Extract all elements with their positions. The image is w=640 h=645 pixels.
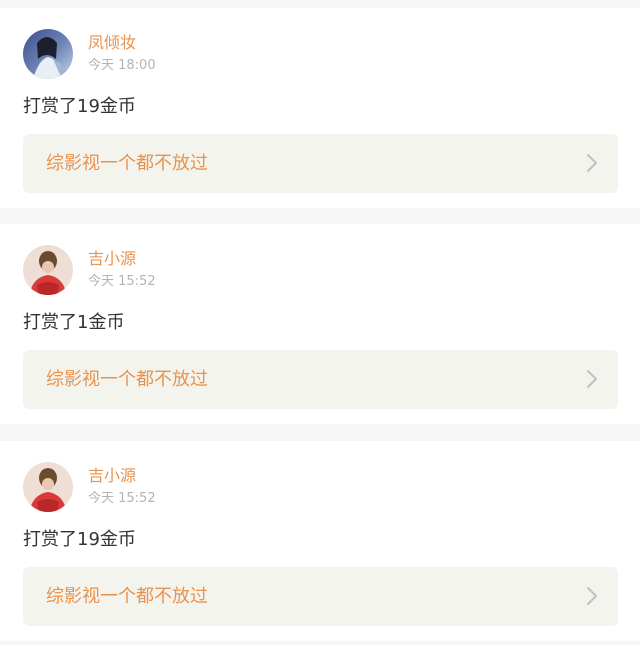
- avatar-image: [23, 29, 73, 79]
- avatar[interactable]: [23, 29, 73, 79]
- avatar-image: [23, 245, 73, 295]
- book-link[interactable]: 综影视一个都不放过: [23, 134, 618, 193]
- avatar[interactable]: [23, 462, 73, 512]
- book-title: 综影视一个都不放过: [46, 153, 208, 174]
- book-title: 综影视一个都不放过: [46, 369, 208, 390]
- avatar-image: [23, 462, 73, 512]
- reward-card: 吉小源 今天 15:52 打赏了19金币 综影视一个都不放过: [0, 441, 640, 641]
- chevron-right-icon: [587, 370, 597, 388]
- timestamp: 今天 18:00: [88, 58, 156, 73]
- book-title: 综影视一个都不放过: [46, 586, 208, 607]
- book-link[interactable]: 综影视一个都不放过: [23, 350, 618, 409]
- timestamp: 今天 15:52: [88, 491, 156, 506]
- reward-message: 打赏了1金币: [23, 312, 125, 333]
- reward-feed: 凤倾妆 今天 18:00 打赏了19金币 综影视一个都不放过 吉小源 今天 15…: [0, 0, 640, 645]
- username[interactable]: 凤倾妆: [88, 32, 136, 54]
- chevron-right-icon: [587, 154, 597, 172]
- book-link[interactable]: 综影视一个都不放过: [23, 567, 618, 626]
- username[interactable]: 吉小源: [88, 248, 136, 270]
- reward-card: 凤倾妆 今天 18:00 打赏了19金币 综影视一个都不放过: [0, 8, 640, 208]
- reward-card: 吉小源 今天 15:52 打赏了1金币 综影视一个都不放过: [0, 224, 640, 424]
- username[interactable]: 吉小源: [88, 465, 136, 487]
- avatar[interactable]: [23, 245, 73, 295]
- reward-message: 打赏了19金币: [23, 96, 136, 117]
- timestamp: 今天 15:52: [88, 274, 156, 289]
- chevron-right-icon: [587, 587, 597, 605]
- reward-message: 打赏了19金币: [23, 529, 136, 550]
